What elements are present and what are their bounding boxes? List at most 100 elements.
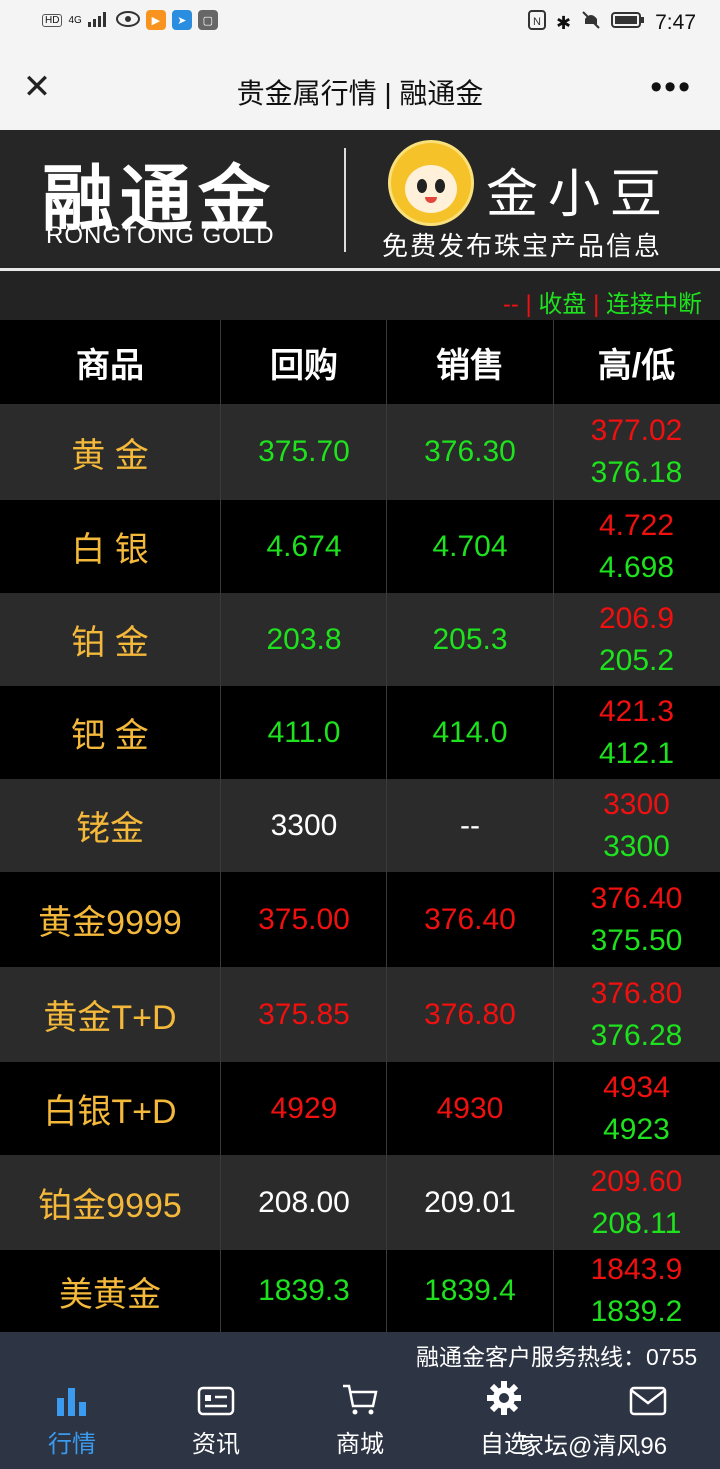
buyback-price: 203.8 (266, 622, 342, 656)
buyback-price: 1839.3 (258, 1274, 350, 1307)
commodity-name: 白 银 (71, 531, 149, 569)
sell-price: 376.80 (424, 997, 516, 1031)
quote-row[interactable]: 钯 金 411.0 414.0 421.3 412.1 (0, 686, 720, 779)
sell-price: -- (460, 808, 480, 842)
system-status-bar: HD 4G ▶ ➤ ▢ N ✱ 7:47 (0, 0, 720, 46)
low-price: 375.50 (590, 923, 683, 957)
bar-chart-icon (22, 1380, 122, 1416)
price-change: -- (502, 291, 519, 318)
commodity-name: 铂 金 (71, 624, 149, 662)
high-price: 377.02 (590, 414, 683, 447)
hotline-text: 融通金客户服务热线：0755 (416, 1344, 698, 1370)
low-price: 412.1 (598, 736, 675, 770)
buyback-price: 4929 (270, 1091, 338, 1125)
quote-row[interactable]: 美黄金 1839.3 1839.4 1843.9 1839.2 (0, 1250, 720, 1332)
sell-price: 209.01 (424, 1185, 516, 1219)
high-low-cell: 1843.9 1839.2 (553, 1250, 720, 1332)
cart-icon (310, 1380, 410, 1416)
buyback-price: 3300 (270, 808, 338, 842)
app-blue-icon: ➤ (171, 10, 192, 30)
high-price: 3300 (603, 787, 670, 821)
separator: | (593, 291, 600, 318)
high-low-cell: 377.02 376.18 (553, 404, 720, 500)
separator: | (525, 291, 532, 318)
high-price: 1843.9 (590, 1253, 683, 1286)
brand-banner: 融通金 RONGTONG GOLD 金小豆 免费发布珠宝产品信息 (0, 130, 720, 272)
svg-text:N: N (533, 16, 541, 28)
mascot-logo-icon (388, 140, 474, 226)
app-huawei-icon: ▢ (197, 10, 218, 30)
sell-price: 205.3 (432, 622, 508, 656)
header-sell: 销售 (436, 346, 504, 385)
more-menu-icon[interactable]: ••• (650, 68, 692, 107)
commodity-name: 白银T+D (43, 1093, 177, 1131)
high-low-cell: 376.80 376.28 (553, 967, 720, 1062)
high-low-cell: 3300 3300 (553, 779, 720, 872)
mascot-brand-name: 金小豆 (486, 166, 673, 224)
quote-row[interactable]: 铑金 3300 -- 3300 3300 (0, 779, 720, 872)
banner-divider (344, 148, 346, 252)
header-high-low: 高/低 (597, 346, 676, 385)
nfc-icon: N (528, 10, 547, 36)
low-price: 376.28 (590, 1018, 683, 1052)
watermark-text: 家坛@清风96 (520, 1433, 668, 1460)
sell-price: 414.0 (432, 715, 508, 749)
news-card-icon (166, 1380, 266, 1416)
brand-logo-en: RONGTONG GOLD (46, 222, 275, 249)
status-left-icons: HD 4G ▶ ➤ ▢ (42, 10, 218, 30)
column-divider (220, 320, 221, 1332)
low-price: 4923 (603, 1112, 670, 1146)
header-commodity: 商品 (76, 346, 144, 385)
quote-row[interactable]: 铂金9995 208.00 209.01 209.60 208.11 (0, 1155, 720, 1250)
commodity-name: 黄 金 (71, 436, 149, 475)
high-price: 206.9 (598, 601, 675, 635)
quote-row[interactable]: 黄金9999 375.00 376.40 376.40 375.50 (0, 872, 720, 967)
network-type: 4G (68, 14, 82, 26)
high-price: 209.60 (590, 1164, 683, 1198)
tab-label: 资讯 (192, 1431, 240, 1458)
tab-quotes[interactable]: 行情 (22, 1380, 122, 1459)
quote-row[interactable]: 黄 金 375.70 376.30 377.02 376.18 (0, 404, 720, 500)
high-price: 4934 (603, 1070, 670, 1104)
buyback-price: 375.70 (258, 435, 350, 468)
high-price: 421.3 (598, 694, 675, 728)
low-price: 3300 (603, 829, 670, 863)
column-divider (386, 320, 387, 1332)
column-divider (553, 320, 554, 1332)
header-buyback: 回购 (270, 346, 338, 385)
bluetooth-icon: ✱ (556, 12, 572, 33)
low-price: 208.11 (591, 1206, 682, 1240)
buyback-price: 375.85 (258, 997, 350, 1031)
sell-price: 4.704 (432, 529, 508, 563)
tab-messages[interactable] (598, 1380, 698, 1424)
app-orange-icon: ▶ (145, 10, 166, 30)
tab-mall[interactable]: 商城 (310, 1380, 410, 1459)
low-price: 205.2 (598, 643, 675, 677)
quote-row[interactable]: 黄金T+D 375.85 376.80 376.80 376.28 (0, 967, 720, 1062)
quote-row[interactable]: 铂 金 203.8 205.3 206.9 205.2 (0, 593, 720, 686)
sell-price: 376.40 (424, 902, 516, 936)
mute-icon (581, 10, 601, 36)
buyback-price: 208.00 (258, 1185, 350, 1219)
high-price: 4.722 (598, 508, 675, 542)
low-price: 376.18 (590, 456, 683, 489)
buyback-price: 4.674 (266, 529, 342, 563)
high-low-cell: 206.9 205.2 (553, 593, 720, 686)
status-right-icons: N ✱ 7:47 (528, 10, 696, 36)
quote-row[interactable]: 白 银 4.674 4.704 4.722 4.698 (0, 500, 720, 593)
market-status-bar: -- | 收盘 | 连接中断 (0, 272, 720, 320)
low-price: 4.698 (598, 550, 675, 584)
sell-price: 1839.4 (424, 1274, 516, 1307)
tab-label: 行情 (48, 1431, 96, 1458)
battery-icon (611, 11, 645, 35)
sell-price: 376.30 (424, 435, 516, 468)
high-price: 376.80 (590, 976, 683, 1010)
page-title: 贵金属行情 | 融通金 (236, 78, 484, 109)
high-price: 376.40 (590, 881, 683, 915)
webview-titlebar: ✕ 贵金属行情 | 融通金 ••• (0, 46, 720, 130)
service-hotline: 融通金客户服务热线：0755 (0, 1332, 720, 1370)
gear-icon (454, 1380, 554, 1416)
tab-news[interactable]: 资讯 (166, 1380, 266, 1459)
quote-row[interactable]: 白银T+D 4929 4930 4934 4923 (0, 1062, 720, 1155)
commodity-name: 黄金9999 (38, 904, 182, 942)
